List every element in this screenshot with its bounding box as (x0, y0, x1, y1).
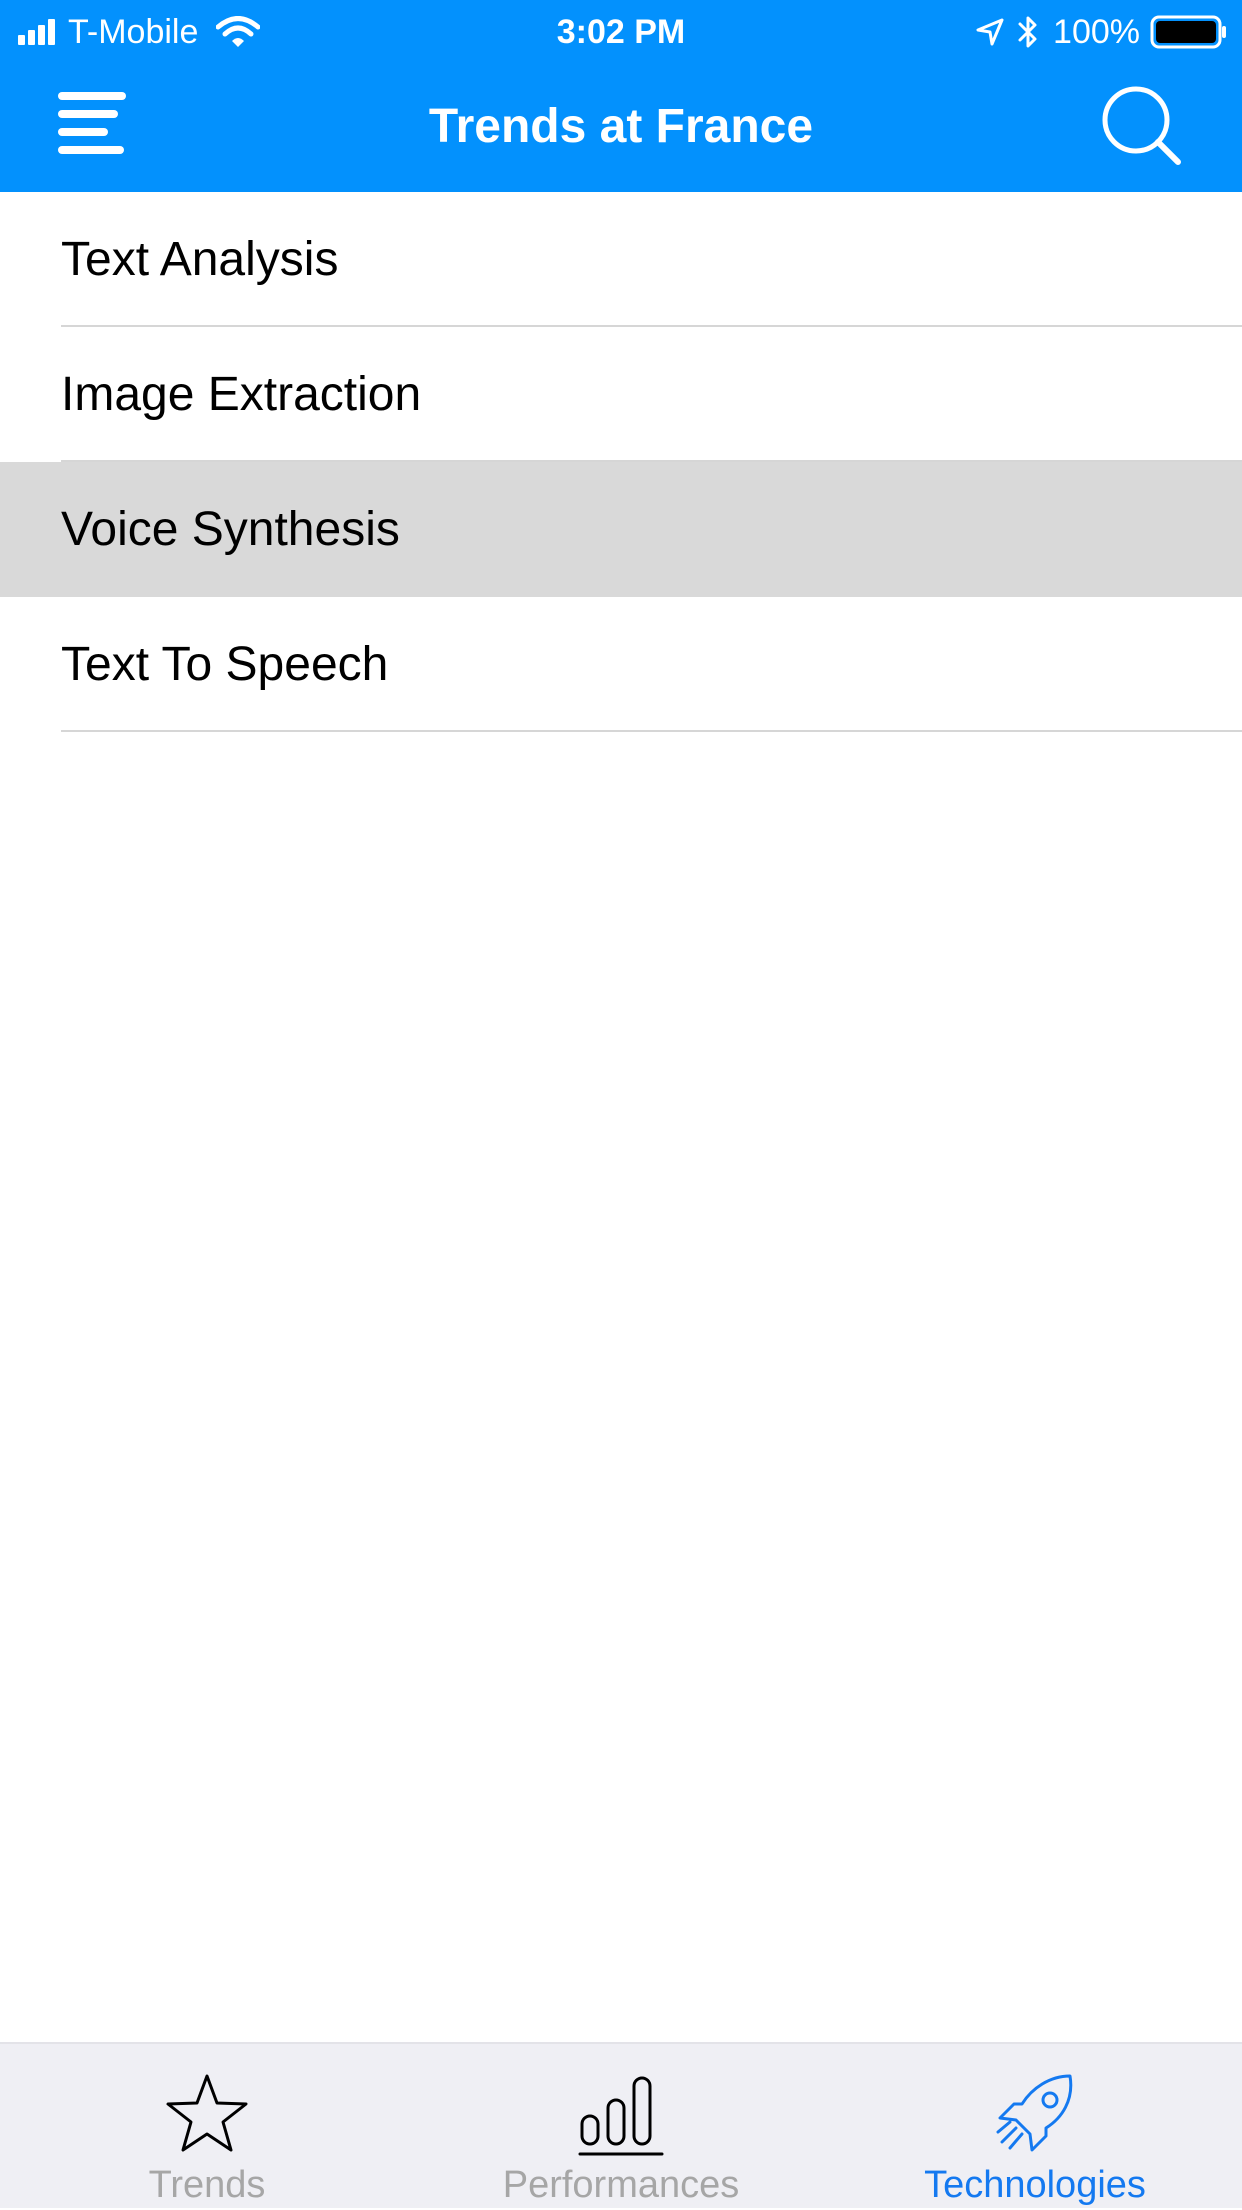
battery-percent: 100% (1053, 12, 1140, 51)
list-item[interactable]: Text To Speech (0, 597, 1242, 732)
list-item-label: Text Analysis (61, 233, 339, 286)
list-item-label: Image Extraction (61, 368, 422, 421)
list-item[interactable]: Image Extraction (0, 327, 1242, 462)
tab-label: Performances (502, 2164, 740, 2206)
battery-full-icon (1150, 15, 1226, 49)
location-arrow-icon (976, 18, 1004, 46)
tab-bar: Trends Performances Technologies (0, 2042, 1242, 2208)
page-title: Trends at France (428, 100, 814, 153)
bar-chart-icon (578, 2076, 664, 2156)
tab-label: Trends (148, 2164, 266, 2206)
list-item-selected[interactable]: Voice Synthesis (0, 462, 1242, 597)
search-icon (1102, 86, 1181, 165)
tab-icon-wrap (414, 2070, 828, 2160)
technologies-list: Text Analysis Image Extraction Voice Syn… (0, 192, 1242, 732)
nav-bar: Trends at France (0, 62, 1242, 192)
status-bar: T-Mobile 3:02 PM 100% (0, 0, 1242, 62)
tab-icon-wrap (828, 2070, 1242, 2160)
tab-label: Technologies (924, 2164, 1146, 2206)
star-icon (166, 2074, 248, 2152)
row-separator (61, 730, 1242, 732)
list-item[interactable]: Text Analysis (0, 192, 1242, 327)
tab-trends[interactable]: Trends (0, 2044, 414, 2210)
menu-button[interactable] (52, 86, 136, 170)
menu-icon (58, 92, 126, 154)
status-right: 100% (975, 12, 1228, 52)
bluetooth-icon (1018, 16, 1037, 48)
list-item-label: Text To Speech (61, 638, 389, 691)
rocket-icon (996, 2074, 1073, 2152)
search-button[interactable] (1098, 82, 1188, 172)
app-header: T-Mobile 3:02 PM 100% Trends at France (0, 0, 1242, 192)
list-item-label: Voice Synthesis (61, 503, 400, 556)
tab-icon-wrap (0, 2070, 414, 2160)
tab-technologies[interactable]: Technologies (828, 2044, 1242, 2210)
tab-performances[interactable]: Performances (414, 2044, 828, 2210)
